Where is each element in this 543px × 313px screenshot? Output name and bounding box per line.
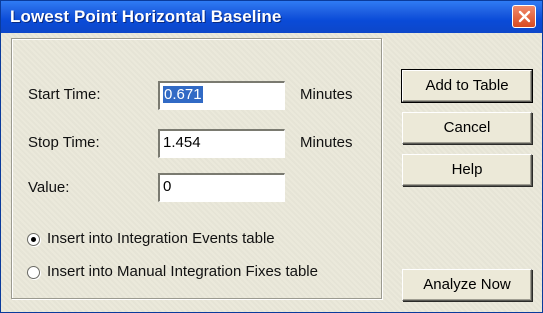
window-title: Lowest Point Horizontal Baseline	[10, 7, 282, 26]
options-group	[11, 38, 382, 299]
stop-time-label: Stop Time:	[28, 134, 100, 151]
start-time-value: 0.671	[163, 86, 203, 103]
start-time-field[interactable]: 0.671	[158, 81, 285, 110]
stop-time-field[interactable]: 1.454	[158, 129, 285, 158]
analyze-now-button[interactable]: Analyze Now	[402, 269, 532, 301]
dialog-window: Lowest Point Horizontal Baseline Start T…	[0, 0, 543, 313]
add-to-table-button[interactable]: Add to Table	[401, 69, 533, 103]
value-label: Value:	[28, 179, 70, 196]
close-icon	[518, 10, 531, 23]
stop-time-unit: Minutes	[300, 134, 353, 151]
cancel-button[interactable]: Cancel	[402, 112, 532, 144]
radio-manual-integration-fixes[interactable]	[27, 266, 40, 279]
help-button[interactable]: Help	[402, 154, 532, 186]
radio-manual-integration-fixes-label[interactable]: Insert into Manual Integration Fixes tab…	[47, 263, 318, 280]
dialog-body: Start Time: 0.671 Minutes Stop Time: 1.4…	[1, 33, 542, 312]
title-bar[interactable]: Lowest Point Horizontal Baseline	[1, 1, 542, 33]
start-time-unit: Minutes	[300, 86, 353, 103]
start-time-label: Start Time:	[28, 86, 101, 103]
value-field[interactable]: 0	[158, 173, 285, 202]
radio-integration-events[interactable]	[27, 233, 40, 246]
radio-integration-events-label[interactable]: Insert into Integration Events table	[47, 230, 275, 247]
close-button[interactable]	[512, 5, 536, 28]
